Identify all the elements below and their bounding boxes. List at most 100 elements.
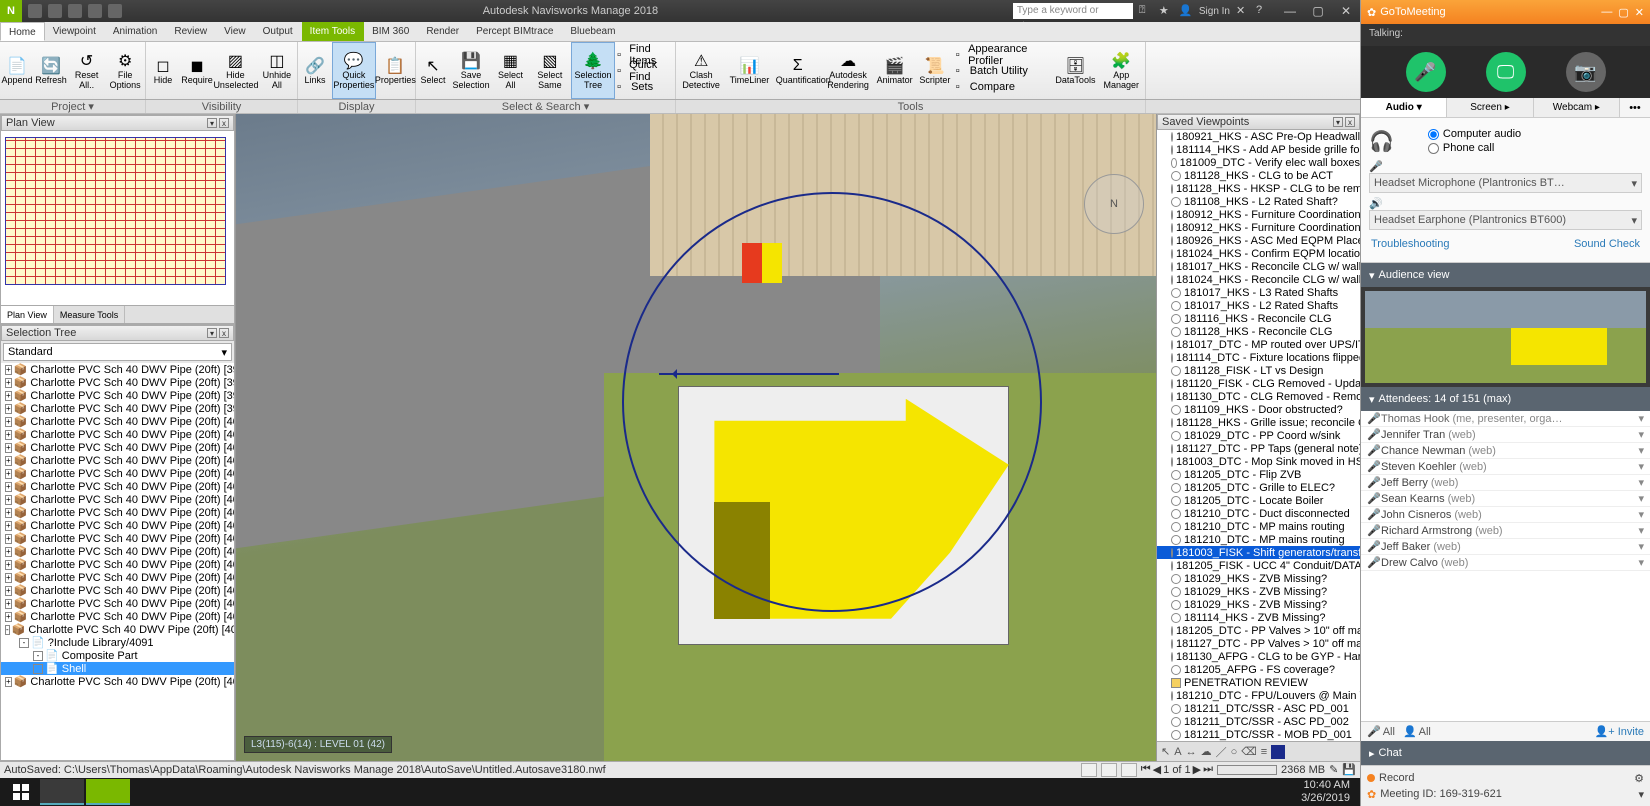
saved-viewpoint-item[interactable]: 181029_HKS - ZVB Missing? — [1157, 572, 1360, 585]
require-button[interactable]: ◼Require — [180, 42, 214, 99]
tree-item[interactable]: -📦 Charlotte PVC Sch 40 DWV Pipe (20ft) … — [1, 623, 234, 636]
saved-viewpoint-item[interactable]: 181205_DTC - Locate Boiler — [1157, 494, 1360, 507]
compare-button[interactable]: ▫Compare — [956, 79, 1052, 94]
tree-item[interactable]: +📦 Charlotte PVC Sch 40 DWV Pipe (20ft) … — [1, 584, 234, 597]
saved-viewpoint-item[interactable]: 181017_DTC - MP routed over UPS/IT — [1157, 338, 1360, 351]
tree-item[interactable]: -📄 Composite Part — [1, 649, 234, 662]
sets-button[interactable]: ▫Sets — [617, 79, 673, 94]
pencil-icon[interactable]: ✎ — [1329, 763, 1338, 776]
saved-viewpoint-item[interactable]: 181128_HKS - Grille issue; reconcile CLG… — [1157, 416, 1360, 429]
sound-check-link[interactable]: Sound Check — [1574, 238, 1640, 250]
saved-viewpoint-item[interactable]: 181210_DTC - MP mains routing — [1157, 533, 1360, 546]
saved-viewpoint-item[interactable]: 181205_AFPG - FS coverage? — [1157, 663, 1360, 676]
save-selection-button[interactable]: 💾Save Selection — [450, 42, 492, 99]
tree-item[interactable]: +📦 Charlotte PVC Sch 40 DWV Pipe (20ft) … — [1, 519, 234, 532]
saved-viewpoint-item[interactable]: 181109_HKS - Door obstructed? — [1157, 403, 1360, 416]
attendee-row[interactable]: 🎤Drew Calvo (web)▾ — [1361, 555, 1650, 571]
color-icon[interactable] — [1271, 745, 1285, 759]
saved-viewpoint-item[interactable]: 181210_DTC - FPU/Louvers @ Main VST; rev… — [1157, 689, 1360, 702]
quick-properties-button[interactable]: 💬Quick Properties — [332, 42, 376, 99]
hide-unselected-button[interactable]: ▨Hide Unselected — [214, 42, 257, 99]
plan-view-canvas[interactable] — [1, 131, 234, 305]
tree-item[interactable]: +📦 Charlotte PVC Sch 40 DWV Pipe (20ft) … — [1, 428, 234, 441]
saved-viewpoint-item[interactable]: 181003_FISK - Shift generators/transform… — [1157, 546, 1360, 559]
saved-viewpoint-item[interactable]: 181029_HKS - ZVB Missing? — [1157, 598, 1360, 611]
clash-detective-button[interactable]: ⚠Clash Detective — [676, 42, 726, 99]
gtm-close-button[interactable]: ✕ — [1635, 6, 1644, 19]
computer-audio-radio[interactable]: Computer audio — [1428, 128, 1521, 140]
saved-viewpoint-item[interactable]: 180926_HKS - ASC Med EQPM Placement — [1157, 234, 1360, 247]
saved-viewpoint-item[interactable]: 181205_FISK - UCC 4" Conduit/DATA trays … — [1157, 559, 1360, 572]
minimize-button[interactable]: — — [1276, 0, 1304, 22]
attendee-row[interactable]: 🎤Thomas Hook (me, presenter, orga…▾ — [1361, 411, 1650, 427]
taskbar-app-navisworks[interactable] — [86, 779, 130, 805]
select-same-button[interactable]: ▧Select Same — [529, 42, 571, 99]
attendee-row[interactable]: 🎤John Cisneros (web)▾ — [1361, 507, 1650, 523]
mic-device-select[interactable]: Headset Microphone (Plantronics BT…▾ — [1369, 173, 1642, 193]
saved-viewpoint-item[interactable]: 181024_HKS - Confirm EQPM location — [1157, 247, 1360, 260]
tree-item[interactable]: +📦 Charlotte PVC Sch 40 DWV Pipe (20ft) … — [1, 363, 234, 376]
saved-viewpoint-item[interactable]: 181130_AFPG - CLG to be GYP - Hard Pipe — [1157, 650, 1360, 663]
plan-tab-measure-tools[interactable]: Measure Tools — [54, 306, 125, 323]
sb-pane2-button[interactable] — [1101, 763, 1117, 777]
saved-viewpoints-list[interactable]: 180921_HKS - ASC Pre-Op Headwall Coordin… — [1157, 130, 1360, 741]
hide-button[interactable]: ◻Hide — [146, 42, 180, 99]
close-icon[interactable]: x — [1345, 117, 1355, 127]
qat-save-icon[interactable] — [48, 4, 62, 18]
ribbon-tab-view[interactable]: View — [216, 22, 255, 41]
invite-link[interactable]: 👤+ Invite — [1595, 725, 1644, 738]
thickness-icon[interactable]: ≡ — [1261, 746, 1267, 758]
line-icon[interactable]: ／ — [1216, 744, 1227, 760]
tree-item[interactable]: +📦 Charlotte PVC Sch 40 DWV Pipe (20ft) … — [1, 389, 234, 402]
qat-select-icon[interactable] — [108, 4, 122, 18]
webcam-button[interactable]: 📷 — [1566, 52, 1606, 92]
troubleshooting-link[interactable]: Troubleshooting — [1371, 238, 1449, 250]
properties-button[interactable]: 📋Properties — [376, 42, 415, 99]
cursor-icon[interactable]: ↖ — [1161, 745, 1170, 758]
chevron-down-icon[interactable]: ▾ — [1638, 524, 1644, 537]
qat-redo-icon[interactable] — [88, 4, 102, 18]
saved-viewpoint-item[interactable]: 181114_HKS - ZVB Missing? — [1157, 611, 1360, 624]
tree-item[interactable]: +📦 Charlotte PVC Sch 40 DWV Pipe (20ft) … — [1, 558, 234, 571]
selection-tree-mode-dropdown[interactable]: Standard▾ — [3, 343, 232, 361]
selection-tree-list[interactable]: +📦 Charlotte PVC Sch 40 DWV Pipe (20ft) … — [1, 363, 234, 760]
close-icon[interactable]: x — [219, 328, 229, 338]
chat-header[interactable]: ▸Chat — [1361, 741, 1650, 765]
viewport-3d[interactable]: N L3(115)-6(14) : LEVEL 01 (42) — [236, 114, 1156, 761]
saved-viewpoint-item[interactable]: 181205_DTC - PP Valves > 10" off main — [1157, 624, 1360, 637]
saved-viewpoint-item[interactable]: 181003_DTC - Mop Sink moved in HSKP — [1157, 455, 1360, 468]
saved-viewpoint-item[interactable]: 180921_HKS - ASC Pre-Op Headwall Coordin… — [1157, 130, 1360, 143]
maximize-button[interactable]: ▢ — [1304, 0, 1332, 22]
quick-find-button[interactable]: ▫Quick Find — [617, 63, 673, 78]
attendee-row[interactable]: 🎤Jeff Berry (web)▾ — [1361, 475, 1650, 491]
qat-undo-icon[interactable] — [68, 4, 82, 18]
tree-item[interactable]: +📦 Charlotte PVC Sch 40 DWV Pipe (20ft) … — [1, 415, 234, 428]
reset-all--button[interactable]: ↺Reset All.. — [68, 42, 105, 99]
attendee-row[interactable]: 🎤Richard Armstrong (web)▾ — [1361, 523, 1650, 539]
chevron-down-icon[interactable]: ▾ — [1638, 428, 1644, 441]
attendees-list[interactable]: 🎤Thomas Hook (me, presenter, orga…▾🎤Jenn… — [1361, 411, 1650, 721]
mute-button[interactable]: 🎤 — [1406, 52, 1446, 92]
system-clock[interactable]: 10:40 AM 3/26/2019 — [1301, 779, 1356, 805]
gtm-tab-webcam[interactable]: Webcam ▸ — [1534, 98, 1620, 117]
exchange-icon[interactable]: ✕ — [1236, 4, 1250, 18]
help-icon[interactable]: ? — [1256, 4, 1270, 18]
audience-view-header[interactable]: ▾Audience view — [1361, 263, 1650, 287]
sb-pane1-button[interactable] — [1081, 763, 1097, 777]
saved-viewpoint-item[interactable]: 181128_HKS - CLG to be ACT — [1157, 169, 1360, 182]
tree-item[interactable]: 📄 Shell — [1, 662, 234, 675]
tree-item[interactable]: +📦 Charlotte PVC Sch 40 DWV Pipe (20ft) … — [1, 493, 234, 506]
tree-item[interactable]: +📦 Charlotte PVC Sch 40 DWV Pipe (20ft) … — [1, 545, 234, 558]
scripter-button[interactable]: 📜Scripter — [916, 42, 954, 99]
ribbon-tab-animation[interactable]: Animation — [105, 22, 166, 41]
pin-icon[interactable]: ▾ — [207, 328, 217, 338]
start-button[interactable] — [4, 779, 38, 805]
selection-tree-button[interactable]: 🌲Selection Tree — [571, 42, 615, 99]
gtm-titlebar[interactable]: ✿ GoToMeeting — ▢ ✕ — [1361, 0, 1650, 24]
text-icon[interactable]: A — [1174, 746, 1181, 758]
app-logo[interactable]: N — [0, 0, 22, 22]
appearance-profiler-button[interactable]: ▫Appearance Profiler — [956, 47, 1052, 62]
attendee-row[interactable]: 🎤Jeff Baker (web)▾ — [1361, 539, 1650, 555]
saved-viewpoint-item[interactable]: 181210_DTC - Duct disconnected — [1157, 507, 1360, 520]
refresh-button[interactable]: 🔄Refresh — [34, 42, 68, 99]
